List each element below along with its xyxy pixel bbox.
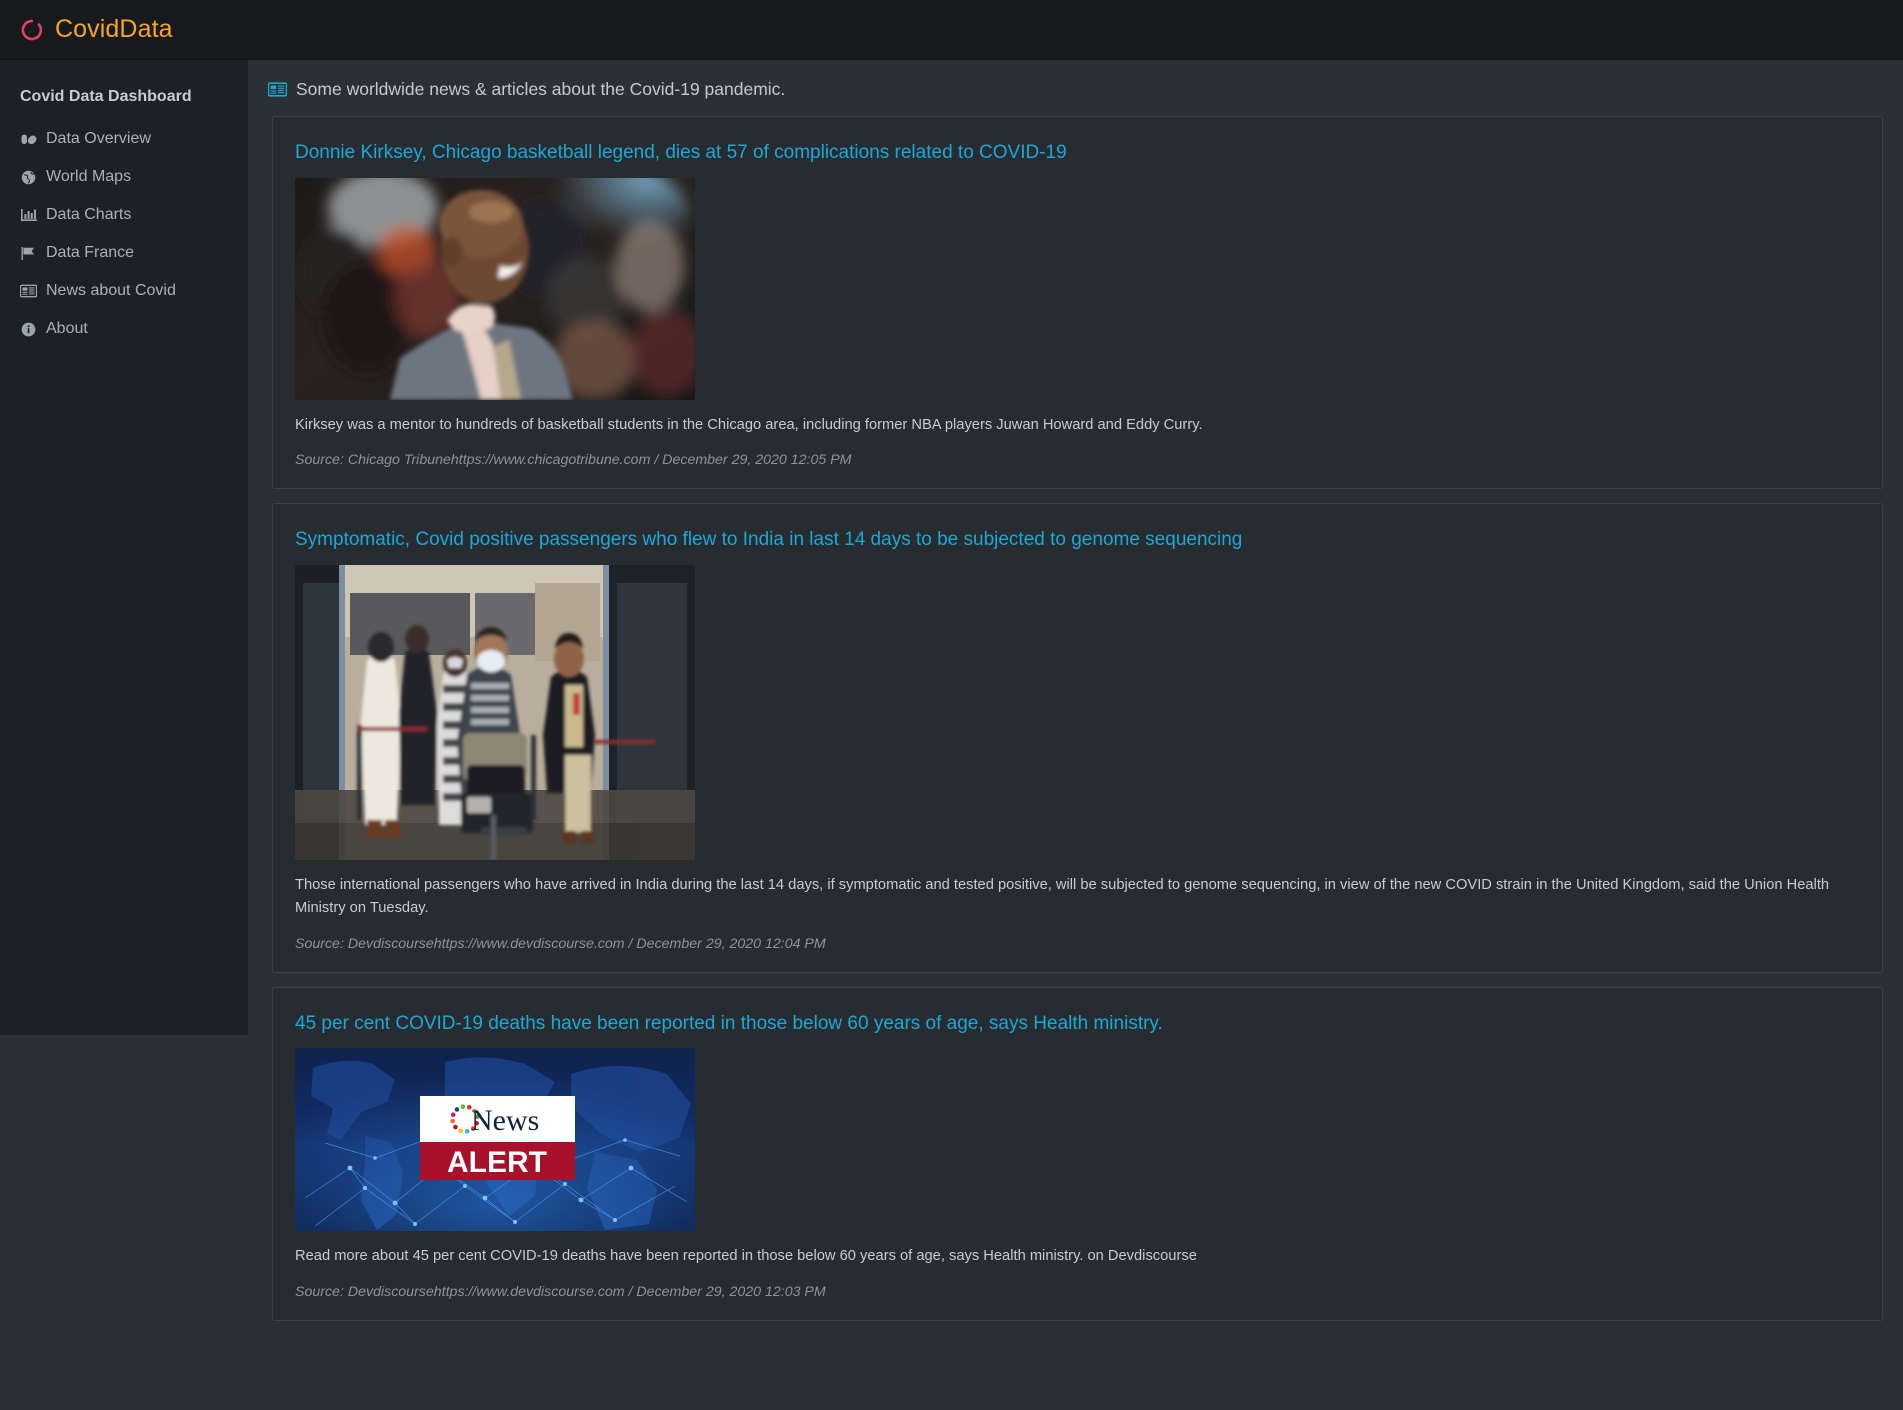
article-thumbnail[interactable]: News ALERT — [295, 1048, 695, 1232]
newspaper-icon — [20, 283, 37, 299]
page-body: Covid Data Dashboard Data Overview World… — [0, 60, 1903, 1410]
news-article-card: 45 per cent COVID-19 deaths have been re… — [272, 986, 1883, 1322]
alert-graphic-alert-text: ALERT — [447, 1146, 547, 1179]
sidebar-item-label: World Maps — [46, 168, 132, 185]
sidebar-item-data-overview[interactable]: Data Overview — [0, 120, 248, 158]
page-title: Some worldwide news & articles about the… — [248, 60, 1903, 116]
pills-icon — [20, 131, 37, 147]
article-thumbnail[interactable] — [295, 565, 695, 861]
news-article-card: Donnie Kirksey, Chicago basketball legen… — [272, 116, 1883, 490]
sidebar: Covid Data Dashboard Data Overview World… — [0, 60, 248, 1035]
main-content: Some worldwide news & articles about the… — [248, 60, 1903, 1335]
brand-title: CovidData — [55, 15, 173, 43]
photo-man-gray-suit-basketball-crowd — [295, 177, 695, 400]
photo-airport-arrivals-masked-passengers — [295, 565, 695, 861]
top-navbar: CovidData — [0, 0, 1903, 60]
news-article-list: Donnie Kirksey, Chicago basketball legen… — [248, 116, 1903, 1322]
sidebar-item-world-maps[interactable]: World Maps — [0, 158, 248, 196]
alert-graphic-news-text: News — [471, 1104, 539, 1137]
article-title-link[interactable]: 45 per cent COVID-19 deaths have been re… — [295, 1012, 1163, 1037]
sidebar-item-label: Data Charts — [46, 206, 132, 223]
newspaper-icon — [268, 81, 287, 98]
globe-icon — [20, 169, 37, 185]
sidebar-item-label: Data France — [46, 244, 135, 261]
article-description: Those international passengers who have … — [295, 877, 1830, 916]
flag-icon — [20, 245, 37, 261]
article-source: Source: Devdiscoursehttps://www.devdisco… — [295, 935, 826, 952]
sidebar-item-about[interactable]: About — [0, 310, 248, 348]
article-source: Source: Chicago Tribunehttps://www.chica… — [295, 452, 852, 469]
graphic-news-alert-world-map: News ALERT — [295, 1048, 695, 1232]
article-title-link[interactable]: Symptomatic, Covid positive passengers w… — [295, 528, 1242, 553]
sidebar-title: Covid Data Dashboard — [20, 88, 192, 105]
covid-spinner-icon — [20, 18, 44, 42]
page-title-text: Some worldwide news & articles about the… — [296, 79, 786, 99]
sidebar-item-label: News about Covid — [46, 282, 176, 299]
info-circle-icon — [20, 321, 37, 337]
article-description: Kirksey was a mentor to hundreds of bask… — [295, 416, 1203, 433]
sidebar-item-label: Data Overview — [46, 130, 151, 147]
news-article-card: Symptomatic, Covid positive passengers w… — [272, 503, 1883, 973]
sidebar-nav-list: Data Overview World Maps Data Charts Dat… — [0, 120, 248, 348]
sidebar-item-news-about-covid[interactable]: News about Covid — [0, 272, 248, 310]
bar-chart-icon — [20, 207, 37, 223]
article-thumbnail[interactable] — [295, 177, 695, 400]
sidebar-item-data-france[interactable]: Data France — [0, 234, 248, 272]
article-description: Read more about 45 per cent COVID-19 dea… — [295, 1248, 1197, 1265]
sidebar-item-label: About — [46, 320, 88, 337]
article-source: Source: Devdiscoursehttps://www.devdisco… — [295, 1284, 826, 1301]
article-title-link[interactable]: Donnie Kirksey, Chicago basketball legen… — [295, 141, 1067, 166]
sidebar-item-data-charts[interactable]: Data Charts — [0, 196, 248, 234]
brand-logo-link[interactable]: CovidData — [20, 15, 173, 44]
